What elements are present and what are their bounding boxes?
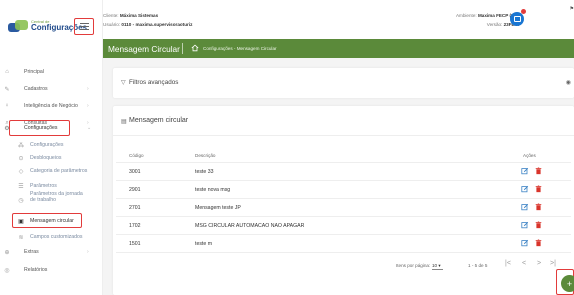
notification-badge <box>521 9 526 14</box>
breadcrumb: Configurações - Mensagem Circular <box>203 46 277 51</box>
cell-description: teste 33 <box>195 169 214 175</box>
sidebar-subitem-configuracoes[interactable]: ⁂ Configurações <box>0 138 103 152</box>
bulb-icon: ♀ <box>4 103 10 109</box>
language-flag-icon[interactable]: ⚑ <box>570 6 574 12</box>
sidebar-item-extras[interactable]: ⊕ Extras › <box>0 245 103 259</box>
first-page-button[interactable]: |< <box>505 260 511 267</box>
sidebar-subitem-desbloqueios[interactable]: ⊙ Desbloqueios <box>0 151 103 165</box>
people-icon: ⁂ <box>18 142 24 149</box>
sidebar-subitem-jornada[interactable]: ◷ Parâmetros da jornada de trabalho <box>0 191 103 207</box>
client-value: Máxima Sistemas <box>119 13 159 18</box>
table-row[interactable]: 2701 Mensagem teste JP <box>116 199 571 217</box>
chevron-right-icon: › <box>87 103 89 109</box>
highlight-configuracoes <box>9 120 70 136</box>
table-row[interactable]: 3001 teste 33 <box>116 163 571 181</box>
avatar[interactable] <box>510 12 524 26</box>
delete-icon[interactable] <box>535 167 542 175</box>
plus-circle-icon: ⊕ <box>4 249 10 256</box>
sidebar-subitem-label: Desbloqueios <box>30 155 62 161</box>
table-row[interactable]: 2901 teste nova msg <box>116 181 571 199</box>
last-page-button[interactable]: >| <box>550 260 556 267</box>
sidebar-subitem-campos[interactable]: ≋ Campos customizados <box>0 230 103 244</box>
cell-code: 1702 <box>129 223 141 229</box>
tag-icon: ◇ <box>18 168 24 175</box>
panel-title: Mensagem circular <box>129 117 189 124</box>
previous-page-button[interactable]: < <box>522 260 526 267</box>
cell-description: Mensagem teste JP <box>195 205 241 211</box>
column-header-actions: Ações <box>523 153 536 158</box>
sidebar: Central de Configurações ⌂ Principal ✎ C… <box>0 0 103 295</box>
cell-code: 3001 <box>129 169 141 175</box>
lock-icon: ⊙ <box>18 155 24 162</box>
client-info: Cliente: Máxima Sistemas <box>103 13 159 18</box>
table-row[interactable]: 1702 MSG CIRCULAR AUTOMACAO NAO APAGAR <box>116 217 571 235</box>
home-icon[interactable] <box>191 44 199 52</box>
page-title-bar: Mensagem Circular Configurações - Mensag… <box>103 39 574 58</box>
eye-icon[interactable]: ◉ <box>566 79 571 86</box>
sidebar-item-inteligencia[interactable]: ♀ Inteligência de Negócio › <box>0 99 103 113</box>
user-info: Usuário: 0110 - maxima.supervisoraoturiz <box>103 22 193 27</box>
advanced-filters-label: Filtros avançados <box>129 79 179 86</box>
cell-code: 2901 <box>129 187 141 193</box>
highlight-mensagem-circular <box>12 213 82 228</box>
edit-icon[interactable] <box>521 185 529 193</box>
sidebar-subitem-label: Categoria de parâmetros <box>30 168 88 174</box>
list-icon: ☰ <box>18 183 24 190</box>
logo-mark-icon <box>8 20 28 32</box>
sidebar-subitem-label: Campos customizados <box>30 234 83 240</box>
menu-toggle-button[interactable] <box>74 18 94 35</box>
table-row[interactable]: 1501 teste m <box>116 235 571 253</box>
items-per-page-label: Itens por página: <box>396 263 431 268</box>
user-value: 0110 - maxima.supervisoraoturiz <box>121 22 193 27</box>
delete-icon[interactable] <box>535 221 542 229</box>
sidebar-item-label: Extras <box>24 249 39 255</box>
cell-description: teste m <box>195 241 213 247</box>
sidebar-subitem-categoria[interactable]: ◇ Categoria de parâmetros <box>0 164 103 178</box>
filter-icon: ▽ <box>121 80 126 86</box>
sidebar-item-label: Inteligência de Negócio <box>24 103 78 109</box>
clock-icon: ◷ <box>18 197 24 204</box>
cell-code: 1501 <box>129 241 141 247</box>
edit-icon[interactable] <box>521 221 529 229</box>
edit-icon[interactable] <box>521 167 529 175</box>
sidebar-item-relatorios[interactable]: ◎ Relatórios <box>0 263 103 277</box>
delete-icon[interactable] <box>535 185 542 193</box>
hamburger-icon <box>79 23 89 24</box>
add-button[interactable]: + <box>561 275 574 292</box>
next-page-button[interactable]: > <box>537 260 541 267</box>
edit-icon[interactable] <box>521 203 529 211</box>
cell-description: teste nova msg <box>195 187 231 193</box>
items-per-page-select[interactable]: 10 ▾ <box>432 263 443 270</box>
pagination-range: 1 - 5 de 5 <box>468 263 488 268</box>
sidebar-subitem-label: Configurações <box>30 142 64 148</box>
chevron-right-icon: › <box>87 86 89 92</box>
cell-code: 2701 <box>129 205 141 211</box>
chevron-right-icon: › <box>87 249 89 255</box>
sidebar-subitem-label-line2: de trabalho <box>30 197 56 203</box>
delete-icon[interactable] <box>535 239 542 247</box>
panel-divider <box>113 135 574 136</box>
fields-icon: ≋ <box>18 234 24 241</box>
edit-icon: ✎ <box>4 86 10 93</box>
report-icon: ◎ <box>4 267 10 274</box>
home-icon: ⌂ <box>5 69 9 75</box>
chevron-down-icon: ⌄ <box>87 125 92 131</box>
advanced-filters-panel[interactable]: ▽ Filtros avançados ◉ <box>113 68 574 98</box>
sidebar-item-principal[interactable]: ⌂ Principal <box>0 65 103 79</box>
column-header-code[interactable]: Código <box>129 153 144 158</box>
cell-description: MSG CIRCULAR AUTOMACAO NAO APAGAR <box>195 223 305 229</box>
message-icon: ▤ <box>121 119 127 125</box>
sidebar-item-label: Principal <box>24 69 44 75</box>
column-header-description[interactable]: Descrição <box>195 153 215 158</box>
edit-icon[interactable] <box>521 239 529 247</box>
top-header: Cliente: Máxima Sistemas Usuário: 0110 -… <box>103 0 574 39</box>
sidebar-item-label: Cadastros <box>24 86 48 92</box>
delete-icon[interactable] <box>535 203 542 211</box>
sidebar-subitem-label: Parâmetros <box>30 183 57 189</box>
page-title: Mensagem Circular <box>108 43 180 54</box>
title-divider <box>182 43 183 54</box>
sidebar-item-cadastros[interactable]: ✎ Cadastros › <box>0 82 103 96</box>
sidebar-item-label: Relatórios <box>24 267 48 273</box>
